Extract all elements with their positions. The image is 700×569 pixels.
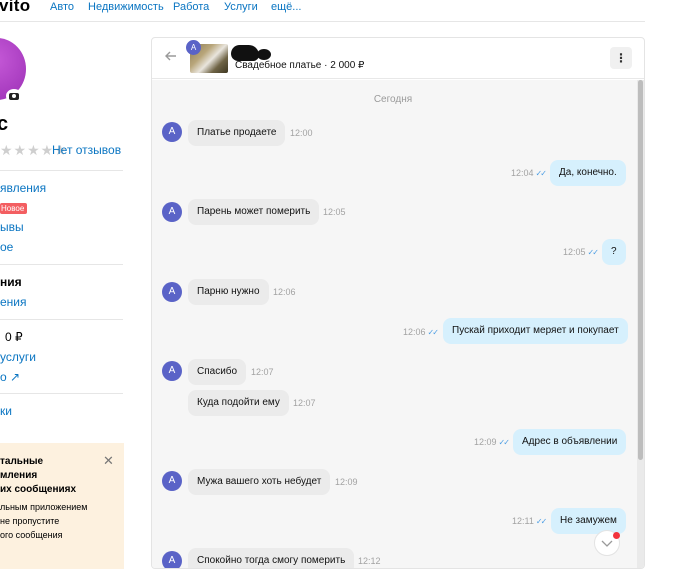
message-time: 12:09 (335, 477, 358, 487)
close-icon[interactable]: ✕ (103, 453, 114, 469)
camera-icon[interactable] (6, 89, 22, 103)
nav-link-services[interactable]: Услуги (224, 1, 258, 13)
message-time: 12:04 ✓✓ (511, 168, 547, 178)
message-time: 12:11 ✓✓ (512, 516, 547, 526)
message-time: 12:05 (323, 207, 346, 217)
sidebar-item-favorites[interactable]: ое (0, 240, 13, 254)
sidebar-item-reviews[interactable]: ывы (0, 220, 24, 234)
message-incoming: Парню нужно (188, 279, 269, 305)
interlocutor-avatar: A (186, 40, 201, 55)
message-time: 12:12 (358, 556, 381, 566)
scrollbar-thumb[interactable] (638, 80, 643, 460)
message-time: 12:06 (273, 287, 296, 297)
no-reviews-link[interactable]: Нет отзывов (52, 143, 121, 157)
nav-divider (0, 21, 645, 22)
message-incoming: Платье продаете (188, 120, 286, 146)
message-time: 12:05 ✓✓ (563, 247, 599, 257)
top-nav: vito Авто Недвижимость Работа Услуги ещё… (0, 0, 700, 20)
read-ticks-icon: ✓✓ (587, 248, 599, 257)
promo-title: тальные мления их сообщениях (0, 456, 77, 495)
message-incoming: Спасибо (188, 359, 247, 385)
message-incoming: Парень может померить (188, 199, 320, 225)
message-time: 12:09 ✓✓ (474, 437, 510, 447)
sidebar-divider (0, 170, 123, 171)
listing-subject[interactable]: Свадебное платье · 2 000 ₽ (235, 60, 364, 71)
read-ticks-icon: ✓✓ (535, 517, 547, 526)
message-outgoing: Пускай приходит меряет и покупает (443, 318, 628, 344)
message-time: 12:07 (251, 367, 274, 377)
sender-avatar: A (162, 551, 182, 568)
nav-link-jobs[interactable]: Работа (173, 1, 209, 13)
redacted-name (231, 42, 271, 62)
sidebar-item-paid-services[interactable]: услуги (0, 350, 36, 364)
sender-avatar: A (162, 471, 182, 491)
message-incoming: Мужа вашего хоть небудет (188, 469, 331, 495)
wallet-balance: 0 ₽ (5, 330, 23, 344)
message-outgoing: Да, конечно. (550, 160, 626, 186)
nav-link-realty[interactable]: Недвижимость (88, 1, 164, 13)
sidebar-divider (0, 319, 123, 320)
sidebar-divider (0, 264, 123, 265)
message-incoming: Куда подойти ему (188, 390, 289, 416)
message-outgoing: Не замужем (551, 508, 626, 534)
message-outgoing: ? (602, 239, 626, 265)
more-menu-button[interactable]: ⋮ (610, 47, 632, 69)
profile-username: с (0, 113, 9, 135)
read-ticks-icon: ✓✓ (535, 169, 547, 178)
sidebar-divider (0, 393, 123, 394)
sidebar-item-settings[interactable]: ки (0, 404, 12, 418)
read-ticks-icon: ✓✓ (427, 328, 439, 337)
site-logo[interactable]: vito (0, 0, 30, 16)
message-incoming: Спокойно тогда смогу померить (188, 548, 355, 568)
chat-scrollbar[interactable] (637, 80, 644, 568)
promo-text: льным приложением не пропустите ого сооб… (0, 502, 88, 540)
date-separator: Сегодня (373, 94, 413, 105)
sidebar-item-listings[interactable]: явления (0, 181, 46, 195)
message-time: 12:07 (293, 398, 316, 408)
message-time: 12:00 (290, 128, 313, 138)
nav-link-auto[interactable]: Авто (50, 1, 74, 13)
chat-panel: A Свадебное платье · 2 000 ₽ ⋮ Сегодня A… (151, 37, 645, 569)
sidebar-item-notifications[interactable]: ения (0, 295, 27, 309)
unread-indicator (613, 532, 620, 539)
sender-avatar: A (162, 361, 182, 381)
message-outgoing: Адрес в объявлении (513, 429, 627, 455)
sender-avatar: A (162, 282, 182, 302)
nav-link-more[interactable]: ещё... (271, 1, 301, 13)
new-badge: Новое (0, 203, 28, 214)
read-ticks-icon: ✓✓ (498, 438, 510, 447)
sender-avatar: A (162, 122, 182, 142)
sender-avatar: A (162, 202, 182, 222)
back-arrow-icon[interactable] (164, 49, 178, 68)
sidebar-section-settings: ния (0, 275, 22, 289)
message-time: 12:06 ✓✓ (403, 327, 439, 337)
chat-header: A Свадебное платье · 2 000 ₽ ⋮ (152, 38, 644, 79)
sidebar-item-external-link[interactable]: о ↗ (0, 370, 20, 384)
message-list[interactable]: Сегодня A Платье продаете 12:00 12:04 ✓✓ … (152, 80, 644, 568)
